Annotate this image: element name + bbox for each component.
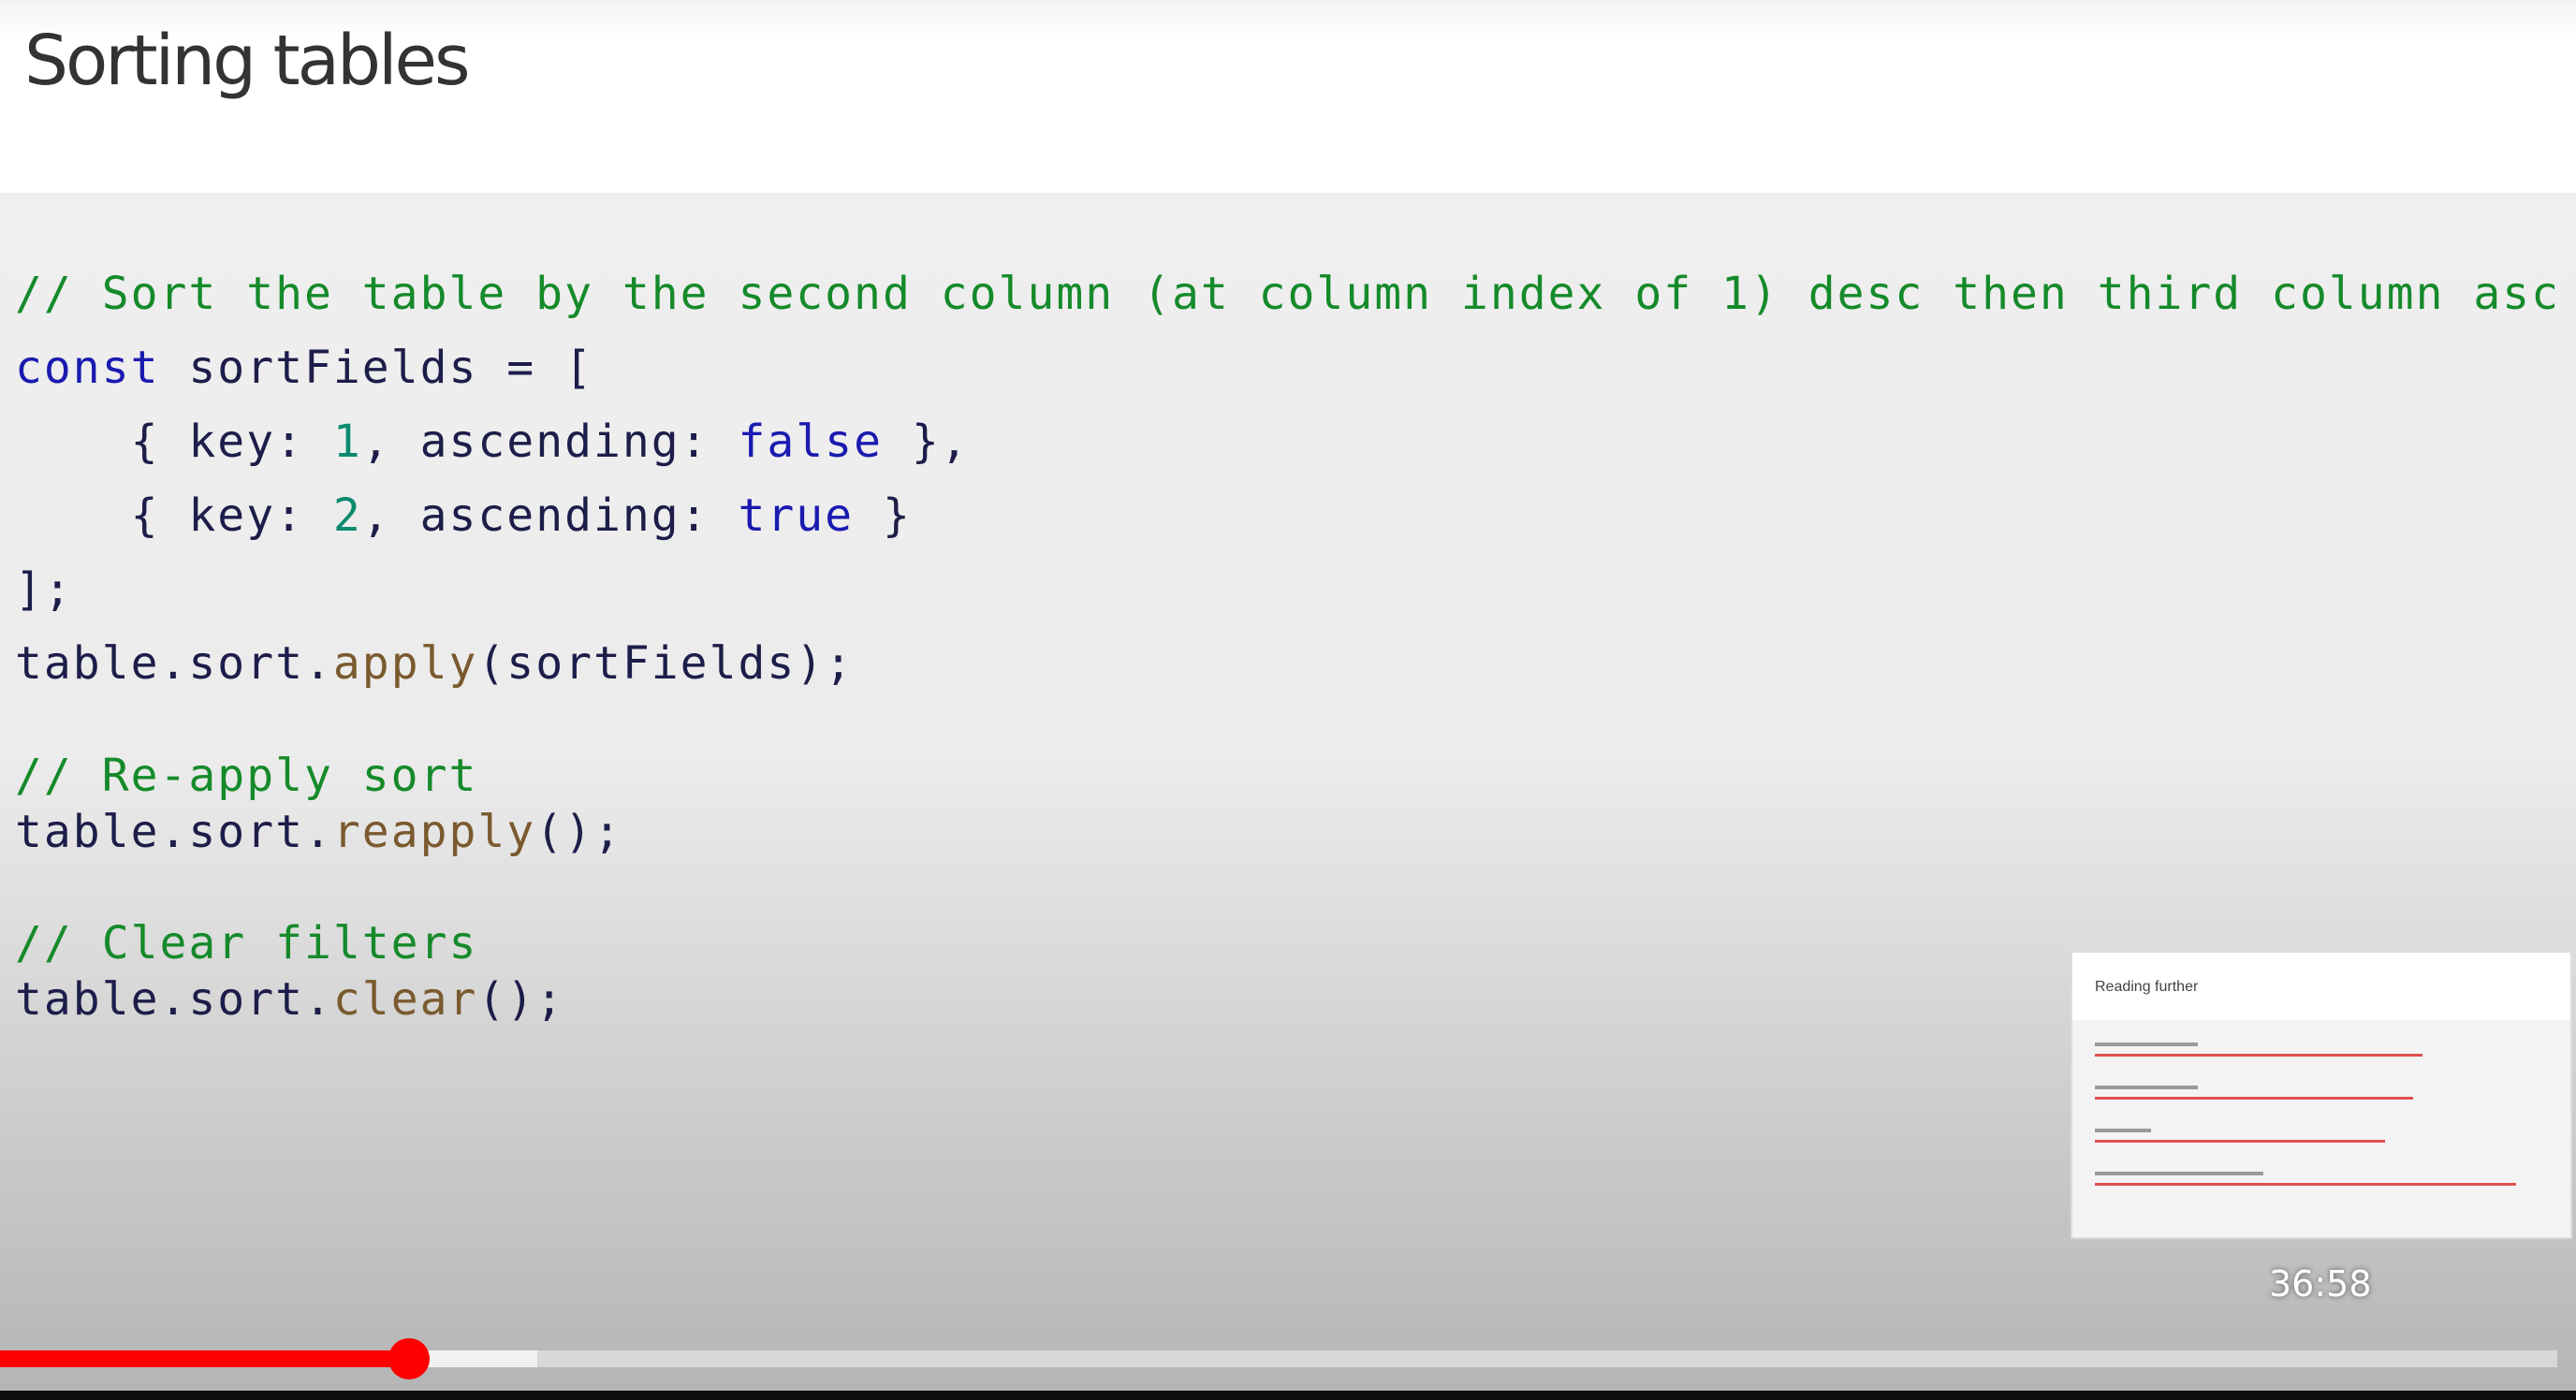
scrubber-handle[interactable]: [388, 1338, 431, 1379]
code-token-ident: sortFields = [: [159, 342, 593, 394]
preview-link-item: [2095, 1086, 2413, 1100]
code-token-ident: ();: [477, 973, 565, 1026]
code-token-keyword: true: [738, 489, 855, 542]
code-token-ident: ();: [535, 806, 622, 858]
code-token-number: 1: [332, 416, 362, 468]
preview-body: [2072, 1020, 2570, 1237]
code-token-keyword: const: [15, 342, 160, 394]
preview-link-item: [2095, 1043, 2422, 1057]
progress-bar[interactable]: [0, 1350, 2557, 1367]
code-token-ident: { key:: [15, 489, 333, 542]
preview-title: Reading further: [2095, 979, 2199, 995]
code-token-comment: // Clear filters: [15, 917, 478, 970]
code-line: ];: [15, 561, 73, 618]
code-token-method: reapply: [332, 806, 536, 858]
slide-header: Sorting tables: [0, 0, 2576, 193]
code-token-keyword: false: [738, 416, 883, 468]
code-line: // Clear filters: [15, 915, 477, 971]
code-token-ident: ];: [15, 563, 73, 616]
code-token-comment: // Re-apply sort: [15, 750, 478, 802]
code-token-ident: , ascending:: [361, 416, 739, 468]
code-token-ident: , ascending:: [361, 489, 739, 542]
progress-played: [0, 1350, 410, 1367]
code-token-ident: },: [882, 416, 970, 468]
code-line: // Re-apply sort: [15, 748, 477, 804]
code-token-number: 2: [332, 489, 362, 542]
code-line: { key: 1, ascending: false },: [15, 414, 970, 470]
code-token-ident: (sortFields);: [477, 637, 855, 690]
preview-link-item: [2095, 1129, 2385, 1143]
slide-title: Sorting tables: [24, 21, 471, 101]
preview-link-item: [2095, 1172, 2516, 1186]
code-line: const sortFields = [: [15, 340, 593, 396]
code-line: table.sort.clear();: [15, 971, 564, 1028]
code-line: table.sort.apply(sortFields);: [15, 635, 854, 692]
code-line: table.sort.reapply();: [15, 804, 622, 860]
seek-preview-thumbnail: Reading further: [2071, 951, 2572, 1239]
code-token-ident: table.sort.: [15, 806, 333, 858]
code-line: { key: 2, ascending: true }: [15, 488, 912, 544]
code-token-comment: // Sort the table by the second column (…: [15, 268, 2561, 320]
code-token-method: clear: [332, 973, 478, 1026]
code-token-method: apply: [332, 637, 478, 690]
code-line: // Sort the table by the second column (…: [15, 266, 2560, 322]
preview-timestamp: 36:58: [2269, 1263, 2372, 1305]
code-token-ident: }: [854, 489, 912, 542]
code-token-ident: { key:: [15, 416, 333, 468]
code-token-ident: table.sort.: [15, 637, 333, 690]
player-controls-bar: [0, 1391, 2576, 1400]
code-token-ident: table.sort.: [15, 973, 333, 1026]
